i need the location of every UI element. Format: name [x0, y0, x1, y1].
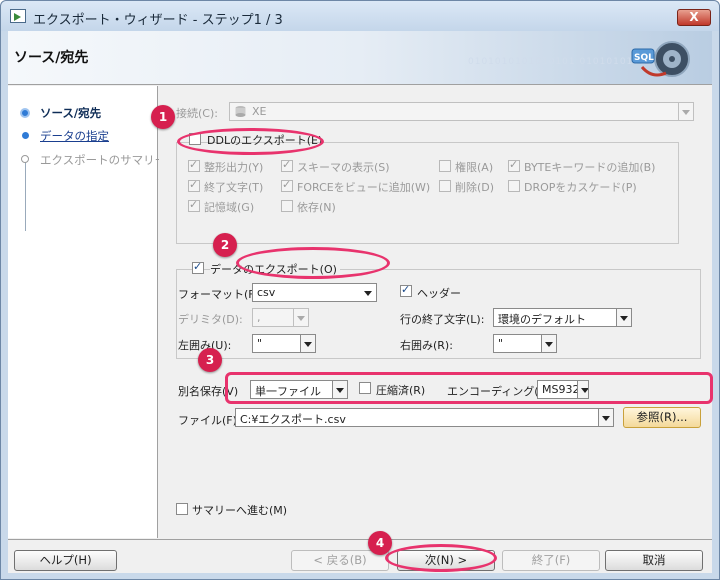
go-to-summary-checkbox[interactable] [176, 503, 188, 515]
delimiter-label: デリミタ(D): [178, 313, 243, 326]
drop-label: 削除(D) [455, 181, 495, 194]
sql-database-icon: SQL [631, 41, 690, 77]
client-area: ソース/宛先 0101010101010101 01010101010 SQL … [8, 31, 712, 573]
byte-keyword-checkbox [508, 158, 520, 172]
chevron-down-icon [598, 409, 613, 426]
terminator-checkbox [188, 178, 200, 192]
cancel-button[interactable]: 取消 [605, 550, 703, 571]
file-path-input[interactable]: C:¥エクスポート.csv [235, 408, 614, 427]
grants-checkbox [439, 160, 451, 172]
right-enclosure-label: 右囲み(R): [400, 339, 453, 352]
left-enclosure-select[interactable]: " [252, 334, 316, 353]
wizard-navigation: ソース/宛先 データの指定 エクスポートのサマリー [8, 86, 166, 538]
nav-item-label: エクスポートのサマリー [40, 153, 167, 167]
connection-select: XE [229, 102, 694, 121]
go-to-summary-label: サマリーへ進む(M) [192, 504, 288, 517]
nav-item-label: ソース/宛先 [40, 106, 102, 120]
finish-button: 終了(F) [502, 550, 600, 571]
chevron-down-icon [678, 103, 693, 120]
pretty-print-checkbox [188, 158, 200, 172]
callout-ring-ddl [177, 128, 324, 155]
sql-logo-text: SQL [634, 53, 654, 63]
chevron-down-icon [616, 309, 631, 326]
callout-badge-3: 3 [198, 348, 222, 372]
force-view-checkbox [281, 178, 293, 192]
nav-step-dot-icon [22, 132, 29, 139]
format-value: csv [257, 286, 276, 299]
line-terminator-label: 行の終了文字(L): [400, 313, 485, 326]
callout-ring-next [385, 544, 497, 572]
right-enclosure-value: " [498, 337, 504, 350]
database-icon [235, 106, 246, 117]
header-label: ヘッダー [417, 287, 461, 300]
title-bar: エクスポート・ウィザード - ステップ1 / 3 X [1, 1, 719, 31]
wizard-window: エクスポート・ウィザード - ステップ1 / 3 X ソース/宛先 010101… [0, 0, 720, 580]
step-title: ソース/宛先 [14, 50, 89, 66]
line-terminator-value: 環境のデフォルト [498, 313, 586, 326]
delimiter-select: , [252, 308, 309, 327]
format-select[interactable]: csv [252, 283, 377, 302]
chevron-down-icon [300, 335, 315, 352]
step-header: ソース/宛先 0101010101010101 01010101010 SQL [8, 31, 712, 85]
terminator-label: 終了文字(T) [204, 181, 264, 194]
data-export-checkbox[interactable] [192, 260, 204, 274]
storage-label: 記憶域(G) [204, 201, 255, 214]
callout-badge-2: 2 [213, 233, 237, 257]
wizard-app-icon [10, 9, 26, 23]
show-schema-checkbox [281, 158, 293, 172]
dependents-checkbox [281, 200, 293, 212]
nav-connector [25, 161, 26, 231]
chevron-down-icon [541, 335, 556, 352]
left-enclosure-value: " [257, 337, 263, 350]
chevron-down-icon [293, 309, 308, 326]
chevron-down-icon [361, 284, 376, 301]
callout-box-file [225, 372, 713, 404]
callout-badge-4: 4 [368, 531, 392, 555]
callout-ring-format [236, 247, 390, 279]
button-bar: ヘルプ(H) < 戻る(B) 次(N) > 終了(F) 取消 [8, 539, 712, 573]
browse-button[interactable]: 参照(R)... [623, 407, 701, 428]
nav-current-dot-icon [20, 108, 30, 118]
header-checkbox[interactable] [400, 283, 412, 297]
help-button[interactable]: ヘルプ(H) [14, 550, 117, 571]
file-path-value: C:¥エクスポート.csv [240, 413, 346, 426]
window-title: エクスポート・ウィザード - ステップ1 / 3 [33, 13, 283, 28]
force-view-label: FORCEをビューに追加(W) [297, 181, 431, 194]
callout-badge-1: 1 [151, 105, 175, 129]
dependents-label: 依存(N) [297, 201, 336, 214]
format-label: フォーマット(F): [178, 288, 263, 301]
delimiter-value: , [257, 311, 261, 324]
storage-checkbox [188, 198, 200, 212]
grants-label: 権限(A) [455, 161, 494, 174]
show-schema-label: スキーマの表示(S) [297, 161, 390, 174]
right-enclosure-select[interactable]: " [493, 334, 557, 353]
close-button[interactable]: X [677, 9, 711, 26]
connection-value: XE [252, 105, 267, 118]
cascade-drop-checkbox [508, 180, 520, 192]
cascade-drop-label: DROPをカスケード(P) [524, 181, 637, 194]
line-terminator-select[interactable]: 環境のデフォルト [493, 308, 632, 327]
pretty-print-label: 整形出力(Y) [204, 161, 264, 174]
byte-keyword-label: BYTEキーワードの追加(B) [524, 161, 656, 174]
nav-disabled-dot-icon [21, 155, 29, 163]
nav-item-label: データの指定 [40, 129, 109, 143]
drop-checkbox [439, 180, 451, 192]
connection-label: 接続(C): [176, 107, 218, 120]
file-label: ファイル(F): [178, 414, 241, 427]
